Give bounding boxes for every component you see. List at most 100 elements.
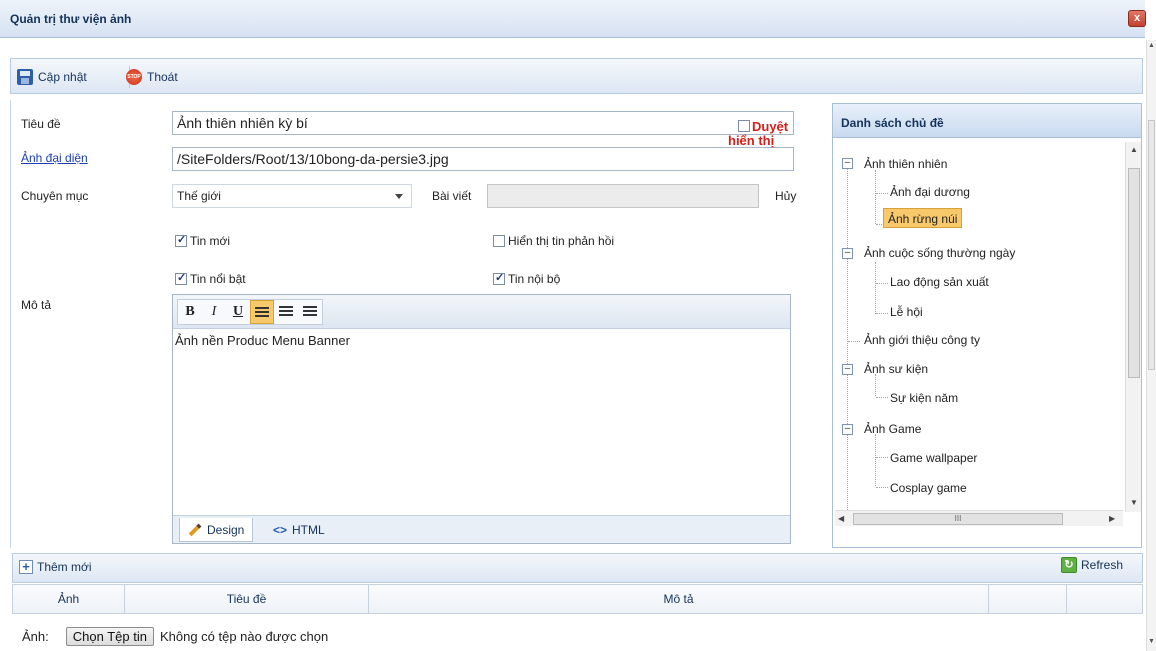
- topic-scroll-thumb[interactable]: [1128, 168, 1140, 378]
- checkbox-unchecked-icon: [493, 235, 505, 247]
- tree-branch-line: [876, 487, 888, 488]
- page-scroll-thumb[interactable]: [1148, 120, 1155, 370]
- bold-button[interactable]: B: [178, 300, 202, 324]
- column-header-description[interactable]: Mô tả: [369, 585, 989, 613]
- tree-node[interactable]: Sự kiện năm: [890, 388, 958, 408]
- scroll-down-icon[interactable]: ▼: [1148, 638, 1155, 645]
- add-new-button[interactable]: + Thêm mới: [19, 560, 92, 574]
- align-left-button[interactable]: [250, 300, 274, 324]
- checkbox-checked-icon: [175, 271, 187, 285]
- upload-status: Không có tệp nào được chọn: [159, 629, 329, 644]
- article-label: Bài viết: [432, 189, 472, 203]
- topic-vertical-scrollbar[interactable]: ▲ ▼: [1125, 142, 1141, 512]
- tree-guide-line: [875, 170, 876, 224]
- tree-node[interactable]: Ảnh sư kiện: [864, 359, 928, 379]
- chevron-down-icon: [395, 194, 403, 199]
- underline-button[interactable]: U: [226, 300, 250, 324]
- rich-text-editor: B I U Ảnh nền Produc Menu Banner Design …: [172, 294, 791, 544]
- exit-button[interactable]: STOP Thoát: [126, 68, 178, 86]
- refresh-label: Refresh: [1081, 558, 1124, 572]
- column-header-title[interactable]: Tiêu đề: [125, 585, 369, 613]
- tree-branch-line: [876, 397, 888, 398]
- internal-checkbox[interactable]: Tin nội bộ: [493, 271, 561, 286]
- tree-branch-line: [876, 457, 888, 458]
- internal-label: Tin nội bộ: [508, 272, 561, 286]
- new-news-checkbox[interactable]: Tin mới: [175, 233, 230, 248]
- tree-node[interactable]: Cosplay game: [890, 478, 967, 498]
- collapse-icon[interactable]: –: [842, 158, 853, 169]
- update-button[interactable]: Cập nhật: [17, 68, 87, 86]
- checkbox-checked-icon: [493, 271, 505, 285]
- tree-node[interactable]: Ảnh cuộc sống thường ngày: [864, 243, 1015, 263]
- column-header-image[interactable]: Ảnh: [13, 585, 125, 613]
- tree-node[interactable]: Game wallpaper: [890, 448, 977, 468]
- tree-node[interactable]: Ảnh thiên nhiên: [864, 154, 947, 174]
- featured-label: Tin nổi bật: [190, 272, 246, 286]
- main-toolbar: Cập nhật STOP Thoát: [10, 58, 1143, 94]
- align-center-icon: [279, 306, 293, 317]
- tree-guide-line: [847, 168, 848, 510]
- category-value: Thế giới: [177, 189, 221, 203]
- column-header-blank: [989, 585, 1067, 613]
- exit-label: Thoát: [147, 70, 178, 84]
- checkbox-unchecked-icon: [738, 120, 750, 132]
- scroll-down-icon[interactable]: ▼: [1130, 498, 1138, 507]
- cancel-link[interactable]: Hủy: [775, 189, 796, 203]
- tree-node[interactable]: Ảnh giới thiệu công ty: [864, 330, 980, 350]
- update-label: Cập nhật: [38, 70, 87, 84]
- show-feedback-checkbox[interactable]: Hiển thị tin phản hồi: [493, 234, 614, 248]
- scroll-up-icon[interactable]: ▲: [1130, 145, 1138, 154]
- save-icon: [17, 69, 33, 85]
- tree-node[interactable]: Lao động sản xuất: [890, 272, 989, 292]
- plus-icon: +: [19, 560, 33, 574]
- tab-design[interactable]: Design: [179, 518, 254, 542]
- align-left-icon: [255, 307, 269, 318]
- show-feedback-label: Hiển thị tin phản hồi: [508, 234, 615, 248]
- collapse-icon[interactable]: –: [842, 248, 853, 259]
- topic-hscroll-thumb[interactable]: III: [853, 513, 1063, 525]
- scroll-right-icon[interactable]: ▶: [1109, 514, 1115, 523]
- choose-file-button[interactable]: Chọn Tệp tin: [65, 627, 154, 646]
- scroll-up-icon[interactable]: ▲: [1148, 42, 1155, 49]
- list-toolbar: + Thêm mới ↻ Refresh: [12, 553, 1143, 583]
- italic-button[interactable]: I: [202, 300, 226, 324]
- align-right-icon: [303, 306, 317, 317]
- tree-branch-line: [876, 193, 888, 194]
- topic-list-panel: Danh sách chủ đề – Ảnh thiên nhiên Ảnh đ…: [832, 103, 1142, 548]
- topic-tree: – Ảnh thiên nhiên Ảnh đại dương Ảnh rừng…: [833, 138, 1123, 510]
- page-scrollbar[interactable]: ▲ ▼: [1146, 40, 1156, 651]
- editor-content[interactable]: Ảnh nền Produc Menu Banner: [175, 333, 350, 348]
- collapse-icon[interactable]: –: [842, 364, 853, 375]
- refresh-icon: ↻: [1061, 557, 1077, 573]
- tree-node-selected[interactable]: Ảnh rừng núi: [883, 208, 963, 228]
- approve-display-checkbox[interactable]: Duyệt hiển thị: [728, 120, 808, 148]
- category-label: Chuyên mục: [21, 189, 89, 203]
- tree-guide-line: [875, 434, 876, 486]
- title-input[interactable]: [172, 111, 794, 135]
- featured-checkbox[interactable]: Tin nổi bật: [175, 271, 246, 286]
- pencil-icon: [188, 523, 202, 536]
- tree-guide-line: [875, 262, 876, 314]
- refresh-button[interactable]: ↻ Refresh: [1061, 557, 1123, 573]
- collapse-icon[interactable]: –: [842, 424, 853, 435]
- align-center-button[interactable]: [274, 300, 298, 324]
- article-input: [487, 184, 759, 208]
- checkbox-checked-icon: [175, 233, 187, 247]
- tree-branch-line: [876, 283, 888, 284]
- avatar-path-input[interactable]: [172, 147, 794, 171]
- close-button[interactable]: x: [1128, 10, 1146, 27]
- stop-icon: STOP: [126, 69, 142, 85]
- tree-node[interactable]: Ảnh Game: [864, 419, 921, 439]
- scroll-left-icon[interactable]: ◀: [838, 514, 844, 523]
- topic-horizontal-scrollbar[interactable]: ◀ III ▶: [835, 510, 1123, 526]
- upload-row: Ảnh: Chọn Tệp tin Không có tệp nào được …: [22, 627, 328, 646]
- column-header-blank: [1067, 585, 1142, 613]
- avatar-link[interactable]: Ảnh đại diện: [21, 151, 88, 165]
- tab-html[interactable]: <> HTML: [265, 518, 333, 542]
- category-select[interactable]: Thế giới: [172, 184, 412, 208]
- tree-node[interactable]: Lễ hội: [890, 302, 923, 322]
- align-right-button[interactable]: [298, 300, 322, 324]
- tree-node[interactable]: Ảnh đại dương: [890, 182, 970, 202]
- window-titlebar: Quản trị thư viện ảnh x: [0, 0, 1146, 38]
- upload-label: Ảnh:: [22, 629, 49, 644]
